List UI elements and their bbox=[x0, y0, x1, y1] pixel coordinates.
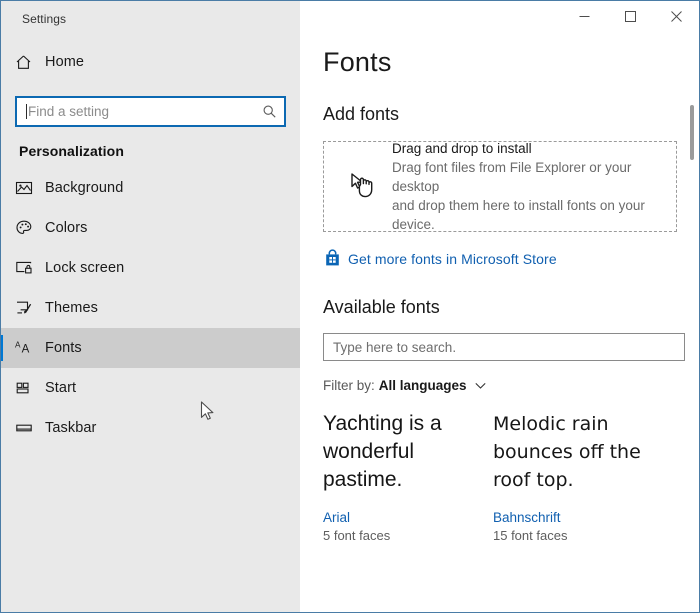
font-name[interactable]: Bahnschrift bbox=[493, 510, 663, 525]
filter-label: Filter by: bbox=[323, 378, 375, 393]
sidebar-item-label: Home bbox=[45, 54, 85, 70]
font-preview-text: Yachting is a wonderful pastime. bbox=[323, 412, 442, 491]
sidebar-item-label: Fonts bbox=[45, 340, 82, 356]
sidebar-item-label: Themes bbox=[45, 300, 98, 316]
sidebar-item-label: Colors bbox=[45, 220, 88, 236]
drop-zone-line2: and drop them here to install fonts on y… bbox=[392, 198, 645, 232]
svg-text:A: A bbox=[22, 344, 30, 356]
start-tiles-icon bbox=[15, 379, 45, 397]
font-card[interactable]: Melodic rain bounces off the roof top. B… bbox=[493, 410, 663, 543]
drop-zone-line1: Drag font files from File Explorer or yo… bbox=[392, 160, 632, 194]
taskbar-icon bbox=[15, 419, 45, 437]
sidebar-item-fonts[interactable]: A A Fonts bbox=[1, 328, 300, 368]
drop-zone-texts: Drag and drop to install Drag font files… bbox=[388, 139, 676, 234]
font-card[interactable]: Yachting is a wonderful pastime. Arial 5… bbox=[323, 410, 493, 543]
font-preview-text: Melodic rain bounces off the roof top. bbox=[493, 413, 641, 491]
font-aa-icon: A A bbox=[15, 339, 45, 357]
sidebar-item-start[interactable]: Start bbox=[1, 368, 300, 408]
add-fonts-heading: Add fonts bbox=[323, 104, 400, 124]
sidebar-nav-list: Background Colors Lock screen Themes A A… bbox=[1, 168, 300, 448]
lock-screen-icon bbox=[15, 259, 45, 277]
sidebar-item-label: Lock screen bbox=[45, 260, 125, 276]
drag-hand-icon bbox=[340, 172, 388, 202]
sidebar: Settings Home Personalization bbox=[1, 1, 300, 612]
search-input[interactable] bbox=[27, 98, 254, 125]
main-content: Fonts Add fonts Drag and drop to install… bbox=[300, 1, 699, 612]
font-drop-zone[interactable]: Drag and drop to install Drag font files… bbox=[323, 141, 677, 232]
paintbrush-icon bbox=[15, 299, 45, 317]
sidebar-item-label: Taskbar bbox=[45, 420, 97, 436]
vertical-scrollbar[interactable] bbox=[685, 32, 699, 612]
microsoft-store-icon bbox=[323, 249, 348, 268]
palette-icon bbox=[15, 219, 45, 237]
window-controls bbox=[561, 1, 699, 32]
sidebar-item-background[interactable]: Background bbox=[1, 168, 300, 208]
image-icon bbox=[15, 179, 45, 197]
sidebar-item-colors[interactable]: Colors bbox=[1, 208, 300, 248]
store-link-row[interactable]: Get more fonts in Microsoft Store bbox=[300, 232, 699, 268]
font-search-input[interactable] bbox=[323, 333, 685, 361]
minimize-button[interactable] bbox=[561, 1, 607, 32]
maximize-button[interactable] bbox=[607, 1, 653, 32]
store-link-text[interactable]: Get more fonts in Microsoft Store bbox=[348, 251, 557, 267]
sidebar-item-taskbar[interactable]: Taskbar bbox=[1, 408, 300, 448]
available-fonts-heading: Available fonts bbox=[323, 297, 440, 317]
sidebar-section-header: Personalization bbox=[19, 143, 124, 159]
app-title: Settings bbox=[22, 12, 67, 26]
drop-zone-title: Drag and drop to install bbox=[392, 141, 532, 156]
search-icon[interactable] bbox=[254, 104, 284, 119]
filter-value[interactable]: All languages bbox=[379, 378, 467, 393]
settings-window: Settings Home Personalization bbox=[0, 0, 700, 613]
sidebar-item-lock-screen[interactable]: Lock screen bbox=[1, 248, 300, 288]
font-face-count: 5 font faces bbox=[323, 528, 391, 543]
close-button[interactable] bbox=[653, 1, 699, 32]
home-icon bbox=[15, 54, 45, 71]
font-face-count: 15 font faces bbox=[493, 528, 568, 543]
font-name[interactable]: Arial bbox=[323, 510, 493, 525]
sidebar-item-label: Background bbox=[45, 180, 124, 196]
filter-by-row[interactable]: Filter by: All languages bbox=[300, 361, 699, 393]
sidebar-item-home[interactable]: Home bbox=[1, 42, 300, 82]
sidebar-item-themes[interactable]: Themes bbox=[1, 288, 300, 328]
svg-text:A: A bbox=[15, 341, 21, 350]
scrollbar-thumb[interactable] bbox=[690, 105, 694, 160]
font-card-grid: Yachting is a wonderful pastime. Arial 5… bbox=[300, 393, 699, 543]
sidebar-item-label: Start bbox=[45, 380, 77, 396]
settings-search-box[interactable] bbox=[15, 96, 286, 127]
chevron-down-icon[interactable] bbox=[474, 382, 486, 390]
